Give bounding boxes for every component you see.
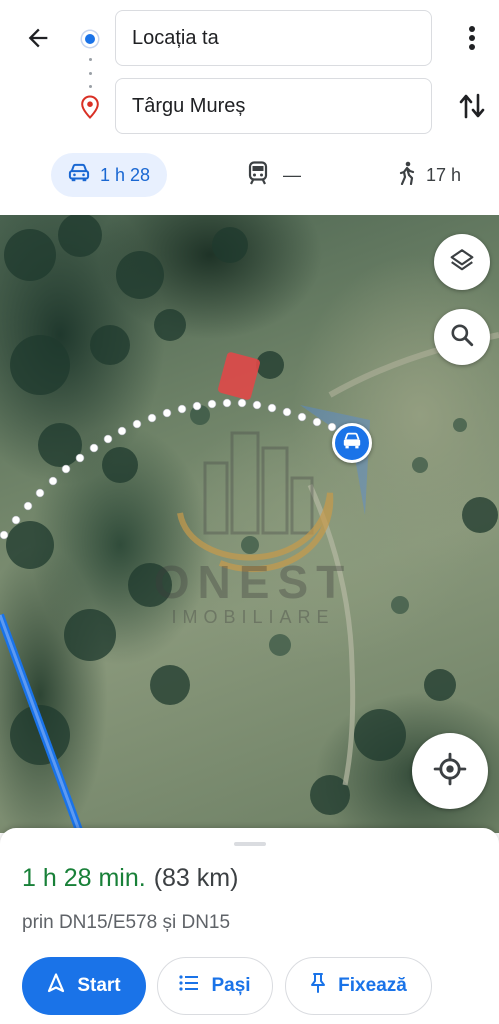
start-button-label: Start — [77, 975, 121, 996]
car-icon — [68, 163, 90, 188]
steps-button-label: Pași — [211, 975, 251, 996]
route-distance: (83 km) — [153, 864, 239, 892]
car-marker-icon — [342, 432, 362, 455]
back-arrow-icon[interactable] — [20, 20, 56, 56]
layers-button[interactable] — [434, 234, 490, 290]
mode-tab-driving[interactable]: 1 h 28 — [51, 153, 167, 197]
car-location-marker — [332, 423, 372, 463]
layers-icon — [449, 247, 475, 278]
satellite-map[interactable]: ONEST IMOBILIARE — [0, 215, 499, 833]
origin-dot-icon — [82, 31, 98, 47]
search-icon — [449, 322, 475, 353]
swap-icon[interactable] — [454, 88, 490, 124]
pin-button[interactable]: Fixează — [285, 957, 432, 1015]
origin-field-text: Locația ta — [132, 26, 219, 49]
watermark-subtitle: IMOBILIARE — [171, 607, 335, 627]
mode-walking-label: 17 h — [426, 164, 462, 185]
route-summary: 1 h 28 min. (83 km) — [22, 864, 238, 893]
pin-icon — [310, 972, 326, 1000]
destination-field-text: Târgu Mureș — [132, 94, 246, 117]
my-location-button[interactable] — [412, 733, 488, 809]
mode-transit-label: — — [283, 164, 301, 185]
mode-driving-label: 1 h 28 — [99, 164, 151, 185]
my-location-icon — [433, 752, 467, 791]
route-duration: 1 h 28 min. — [22, 864, 146, 892]
route-connector — [88, 58, 92, 88]
train-icon — [247, 160, 269, 190]
start-button[interactable]: Start — [22, 957, 146, 1015]
directions-header: Locația ta Târgu Mureș 1 h 28 — 17 h — [0, 0, 499, 215]
more-options-icon[interactable] — [456, 20, 488, 56]
pin-button-label: Fixează — [338, 975, 407, 996]
origin-field[interactable]: Locația ta — [115, 10, 432, 66]
route-details-sheet[interactable]: 1 h 28 min. (83 km) prin DN15/E578 și DN1… — [0, 828, 499, 1024]
sheet-drag-handle[interactable] — [234, 842, 266, 846]
list-icon — [179, 975, 199, 997]
map-search-button[interactable] — [434, 309, 490, 365]
navigation-arrow-icon — [47, 973, 65, 999]
steps-button[interactable]: Pași — [157, 957, 273, 1015]
destination-field[interactable]: Târgu Mureș — [115, 78, 432, 134]
watermark-name: ONEST — [153, 556, 353, 608]
mode-tab-walking[interactable]: 17 h — [398, 153, 461, 197]
mode-tab-transit[interactable]: — — [247, 153, 301, 197]
route-via: prin DN15/E578 și DN15 — [22, 912, 231, 933]
walk-icon — [398, 161, 416, 190]
destination-pin-icon — [80, 95, 100, 119]
